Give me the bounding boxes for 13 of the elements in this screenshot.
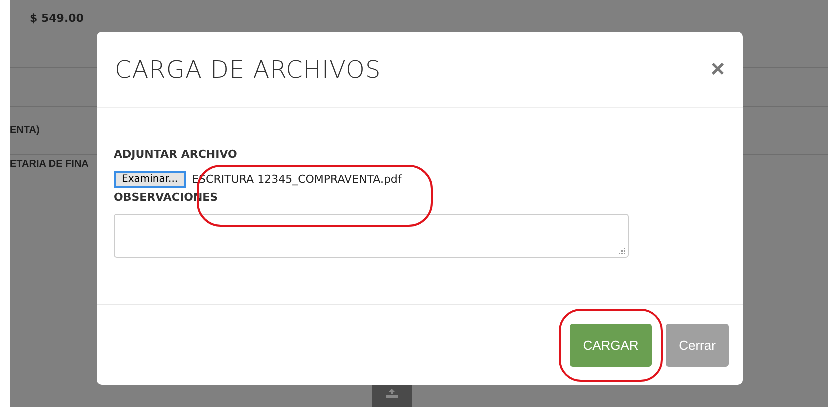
resize-handle-icon[interactable]	[619, 248, 626, 255]
table-text: ETARIA DE FINA	[10, 159, 89, 170]
dialog-title: CARGA DE ARCHIVOS	[115, 56, 382, 84]
upload-button[interactable]: CARGAR	[570, 324, 652, 366]
table-text: ENTA)	[10, 125, 40, 136]
upload-icon	[386, 389, 398, 398]
notes-field[interactable]	[114, 214, 629, 258]
browse-button[interactable]: Examinar...	[114, 171, 186, 188]
close-button[interactable]: Cerrar	[666, 324, 729, 366]
upload-tab[interactable]	[372, 385, 412, 407]
close-button[interactable]: ×	[706, 58, 729, 82]
price-text: $ 549.00	[30, 12, 84, 25]
field-label: ADJUNTAR ARCHIVO	[114, 148, 238, 161]
